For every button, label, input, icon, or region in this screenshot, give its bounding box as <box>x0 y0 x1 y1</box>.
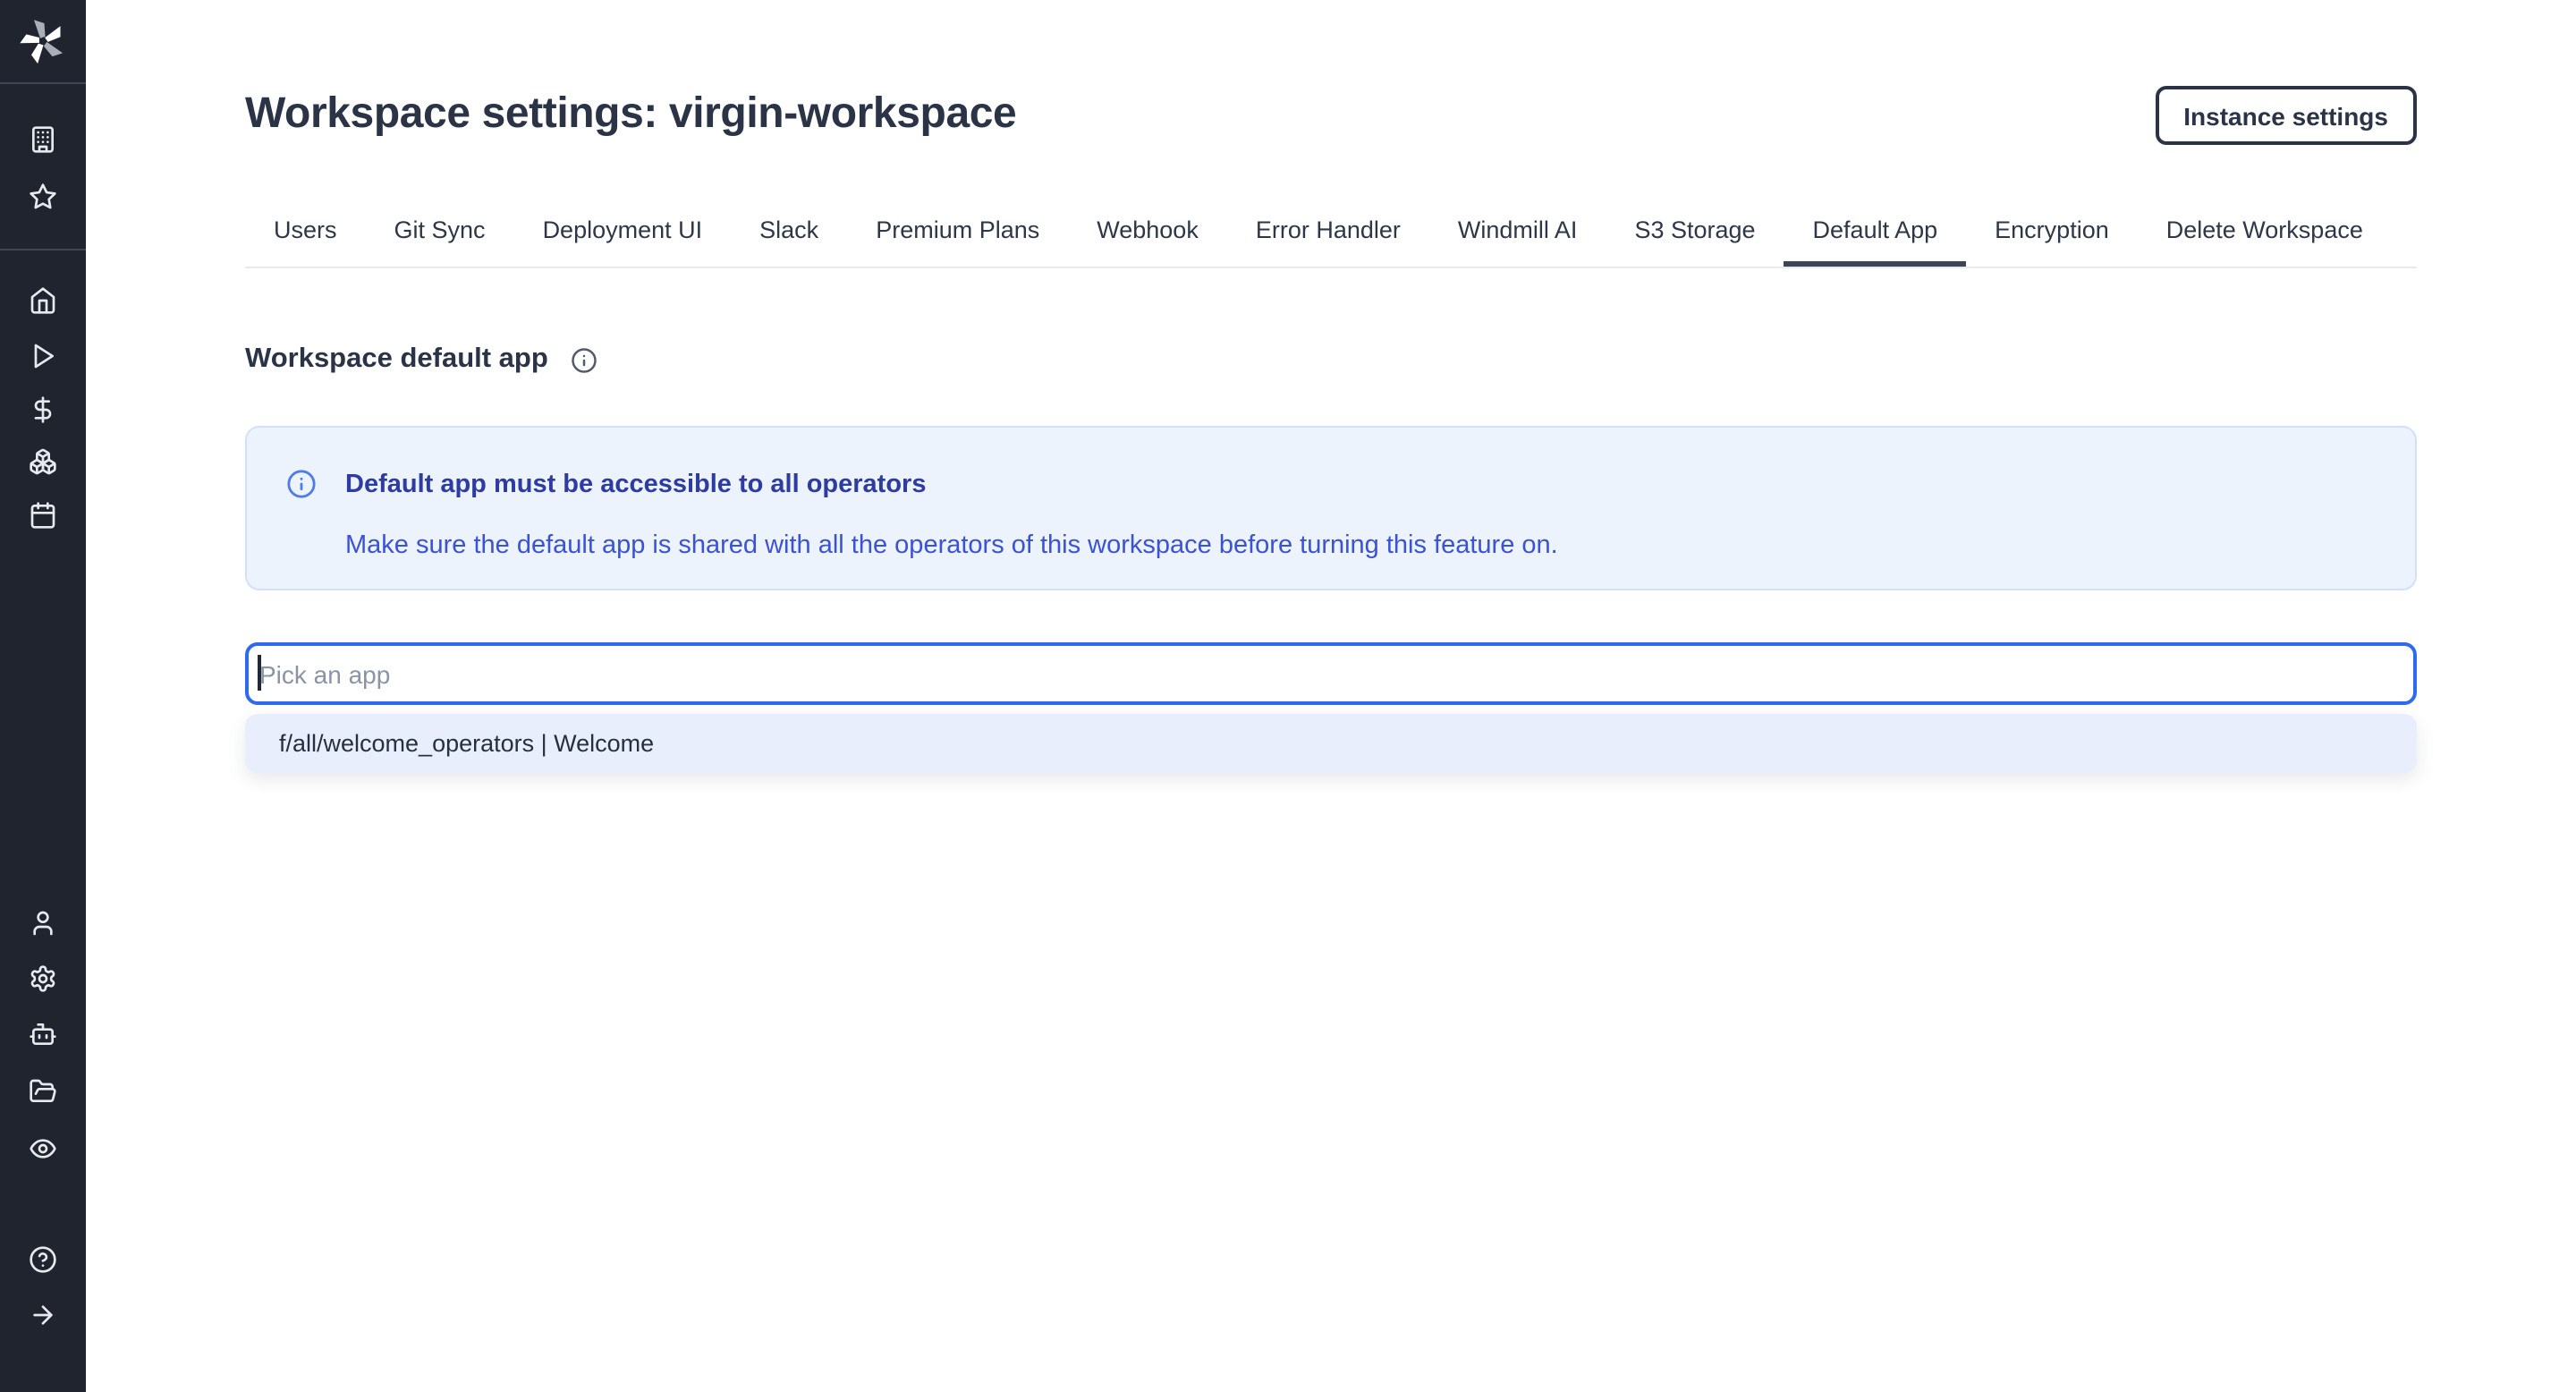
section-heading-row: Workspace default app <box>245 344 598 376</box>
boxes-icon[interactable] <box>29 447 57 476</box>
tab-slack[interactable]: Slack <box>731 200 847 267</box>
tab-premium-plans[interactable]: Premium Plans <box>847 200 1068 267</box>
building-icon[interactable] <box>29 125 57 154</box>
home-icon[interactable] <box>29 286 57 315</box>
arrow-right-icon[interactable] <box>29 1301 57 1329</box>
windmill-logo[interactable] <box>0 0 86 84</box>
eye-icon[interactable] <box>29 1134 57 1163</box>
alert-title: Default app must be accessible to all op… <box>345 471 2372 499</box>
star-icon[interactable] <box>29 182 57 211</box>
settings-icon[interactable] <box>29 964 57 993</box>
robot-icon[interactable] <box>29 1020 57 1048</box>
tab-webhook[interactable]: Webhook <box>1068 200 1227 267</box>
tab-s3-storage[interactable]: S3 Storage <box>1606 200 1784 267</box>
info-alert: Default app must be accessible to all op… <box>245 426 2417 590</box>
calendar-icon[interactable] <box>29 501 57 530</box>
info-circle-icon <box>286 469 317 499</box>
windmill-logo-icon <box>20 18 66 64</box>
alert-message: Make sure the default app is shared with… <box>345 531 2372 560</box>
app-picker <box>245 642 2417 705</box>
tab-error-handler[interactable]: Error Handler <box>1227 200 1429 267</box>
tab-delete-workspace[interactable]: Delete Workspace <box>2138 200 2392 267</box>
tab-git-sync[interactable]: Git Sync <box>366 200 514 267</box>
tab-default-app[interactable]: Default App <box>1784 200 1967 267</box>
help-icon[interactable] <box>29 1245 57 1274</box>
sidebar-divider <box>0 249 86 250</box>
app-option[interactable]: f/all/welcome_operators | Welcome <box>245 714 2417 773</box>
settings-tabs: Users Git Sync Deployment UI Slack Premi… <box>245 200 2417 268</box>
tab-encryption[interactable]: Encryption <box>1966 200 2138 267</box>
user-icon[interactable] <box>29 909 57 938</box>
section-heading: Workspace default app <box>245 344 548 376</box>
app-picker-input[interactable] <box>245 642 2417 705</box>
folder-open-icon[interactable] <box>29 1077 57 1106</box>
tab-deployment-ui[interactable]: Deployment UI <box>514 200 732 267</box>
info-icon[interactable] <box>572 346 598 373</box>
tab-users[interactable]: Users <box>245 200 366 267</box>
page-title: Workspace settings: virgin-workspace <box>245 89 1016 140</box>
instance-settings-button[interactable]: Instance settings <box>2155 86 2417 145</box>
app-picker-dropdown: f/all/welcome_operators | Welcome <box>245 714 2417 773</box>
dollar-icon[interactable] <box>29 395 57 424</box>
tab-windmill-ai[interactable]: Windmill AI <box>1429 200 1606 267</box>
sidebar <box>0 0 86 1392</box>
workspace-settings-page: Workspace settings: virgin-workspace Ins… <box>0 0 2576 1392</box>
play-icon[interactable] <box>29 342 57 370</box>
